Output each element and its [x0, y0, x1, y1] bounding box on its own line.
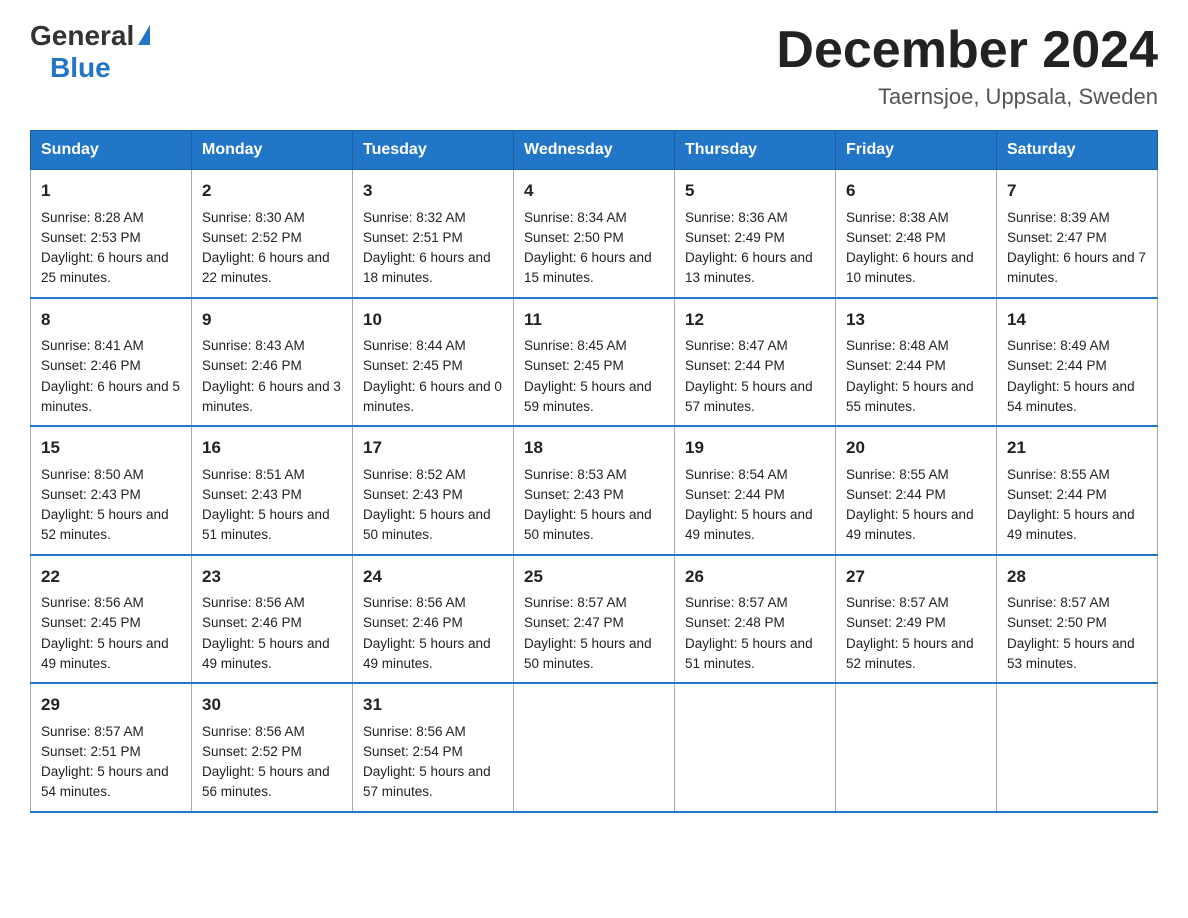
day-number: 5	[685, 178, 825, 204]
calendar-day-cell: 14Sunrise: 8:49 AMSunset: 2:44 PMDayligh…	[997, 298, 1158, 427]
calendar-table: SundayMondayTuesdayWednesdayThursdayFrid…	[30, 130, 1158, 813]
calendar-day-cell: 5Sunrise: 8:36 AMSunset: 2:49 PMDaylight…	[675, 170, 836, 298]
calendar-day-cell: 21Sunrise: 8:55 AMSunset: 2:44 PMDayligh…	[997, 426, 1158, 555]
calendar-day-cell: 12Sunrise: 8:47 AMSunset: 2:44 PMDayligh…	[675, 298, 836, 427]
day-number: 15	[41, 435, 181, 461]
day-number: 12	[685, 307, 825, 333]
logo-triangle-icon	[138, 25, 150, 45]
day-of-week-header: Wednesday	[514, 131, 675, 170]
logo-general-text: General	[30, 20, 134, 52]
calendar-week-row: 22Sunrise: 8:56 AMSunset: 2:45 PMDayligh…	[31, 555, 1158, 684]
day-number: 11	[524, 307, 664, 333]
calendar-week-row: 15Sunrise: 8:50 AMSunset: 2:43 PMDayligh…	[31, 426, 1158, 555]
month-title: December 2024	[776, 20, 1158, 80]
day-number: 30	[202, 692, 342, 718]
day-number: 31	[363, 692, 503, 718]
calendar-day-cell: 3Sunrise: 8:32 AMSunset: 2:51 PMDaylight…	[353, 170, 514, 298]
calendar-day-cell: 1Sunrise: 8:28 AMSunset: 2:53 PMDaylight…	[31, 170, 192, 298]
day-number: 1	[41, 178, 181, 204]
day-of-week-header: Friday	[836, 131, 997, 170]
calendar-day-cell: 20Sunrise: 8:55 AMSunset: 2:44 PMDayligh…	[836, 426, 997, 555]
page-header: General Blue December 2024 Taernsjoe, Up…	[30, 20, 1158, 110]
day-number: 10	[363, 307, 503, 333]
day-of-week-header: Monday	[192, 131, 353, 170]
day-number: 23	[202, 564, 342, 590]
day-number: 28	[1007, 564, 1147, 590]
day-number: 20	[846, 435, 986, 461]
calendar-day-cell: 23Sunrise: 8:56 AMSunset: 2:46 PMDayligh…	[192, 555, 353, 684]
day-number: 7	[1007, 178, 1147, 204]
day-number: 17	[363, 435, 503, 461]
calendar-day-cell: 13Sunrise: 8:48 AMSunset: 2:44 PMDayligh…	[836, 298, 997, 427]
title-section: December 2024 Taernsjoe, Uppsala, Sweden	[776, 20, 1158, 110]
calendar-day-cell: 28Sunrise: 8:57 AMSunset: 2:50 PMDayligh…	[997, 555, 1158, 684]
day-number: 16	[202, 435, 342, 461]
calendar-day-cell	[997, 683, 1158, 812]
day-number: 9	[202, 307, 342, 333]
calendar-day-cell: 27Sunrise: 8:57 AMSunset: 2:49 PMDayligh…	[836, 555, 997, 684]
location-title: Taernsjoe, Uppsala, Sweden	[776, 84, 1158, 110]
day-of-week-header: Sunday	[31, 131, 192, 170]
calendar-day-cell	[675, 683, 836, 812]
calendar-day-cell: 7Sunrise: 8:39 AMSunset: 2:47 PMDaylight…	[997, 170, 1158, 298]
day-of-week-header: Thursday	[675, 131, 836, 170]
day-number: 14	[1007, 307, 1147, 333]
calendar-day-cell: 10Sunrise: 8:44 AMSunset: 2:45 PMDayligh…	[353, 298, 514, 427]
calendar-day-cell: 2Sunrise: 8:30 AMSunset: 2:52 PMDaylight…	[192, 170, 353, 298]
calendar-day-cell: 18Sunrise: 8:53 AMSunset: 2:43 PMDayligh…	[514, 426, 675, 555]
calendar-day-cell: 4Sunrise: 8:34 AMSunset: 2:50 PMDaylight…	[514, 170, 675, 298]
day-number: 29	[41, 692, 181, 718]
logo-blue-text: Blue	[50, 52, 111, 84]
day-number: 26	[685, 564, 825, 590]
calendar-day-cell: 16Sunrise: 8:51 AMSunset: 2:43 PMDayligh…	[192, 426, 353, 555]
day-number: 19	[685, 435, 825, 461]
calendar-day-cell: 15Sunrise: 8:50 AMSunset: 2:43 PMDayligh…	[31, 426, 192, 555]
calendar-day-cell: 8Sunrise: 8:41 AMSunset: 2:46 PMDaylight…	[31, 298, 192, 427]
day-number: 21	[1007, 435, 1147, 461]
calendar-day-cell: 31Sunrise: 8:56 AMSunset: 2:54 PMDayligh…	[353, 683, 514, 812]
calendar-day-cell: 6Sunrise: 8:38 AMSunset: 2:48 PMDaylight…	[836, 170, 997, 298]
day-of-week-header: Saturday	[997, 131, 1158, 170]
logo: General Blue	[30, 20, 150, 84]
calendar-day-cell: 24Sunrise: 8:56 AMSunset: 2:46 PMDayligh…	[353, 555, 514, 684]
day-of-week-header: Tuesday	[353, 131, 514, 170]
day-number: 25	[524, 564, 664, 590]
day-number: 3	[363, 178, 503, 204]
calendar-day-cell: 19Sunrise: 8:54 AMSunset: 2:44 PMDayligh…	[675, 426, 836, 555]
calendar-day-cell: 11Sunrise: 8:45 AMSunset: 2:45 PMDayligh…	[514, 298, 675, 427]
calendar-day-cell: 29Sunrise: 8:57 AMSunset: 2:51 PMDayligh…	[31, 683, 192, 812]
day-number: 2	[202, 178, 342, 204]
day-number: 8	[41, 307, 181, 333]
calendar-week-row: 1Sunrise: 8:28 AMSunset: 2:53 PMDaylight…	[31, 170, 1158, 298]
day-number: 22	[41, 564, 181, 590]
calendar-day-cell: 9Sunrise: 8:43 AMSunset: 2:46 PMDaylight…	[192, 298, 353, 427]
calendar-day-cell: 17Sunrise: 8:52 AMSunset: 2:43 PMDayligh…	[353, 426, 514, 555]
calendar-day-cell: 26Sunrise: 8:57 AMSunset: 2:48 PMDayligh…	[675, 555, 836, 684]
day-number: 6	[846, 178, 986, 204]
day-number: 27	[846, 564, 986, 590]
calendar-week-row: 29Sunrise: 8:57 AMSunset: 2:51 PMDayligh…	[31, 683, 1158, 812]
calendar-header-row: SundayMondayTuesdayWednesdayThursdayFrid…	[31, 131, 1158, 170]
calendar-day-cell	[514, 683, 675, 812]
calendar-day-cell: 22Sunrise: 8:56 AMSunset: 2:45 PMDayligh…	[31, 555, 192, 684]
calendar-week-row: 8Sunrise: 8:41 AMSunset: 2:46 PMDaylight…	[31, 298, 1158, 427]
calendar-day-cell	[836, 683, 997, 812]
day-number: 4	[524, 178, 664, 204]
calendar-day-cell: 25Sunrise: 8:57 AMSunset: 2:47 PMDayligh…	[514, 555, 675, 684]
day-number: 13	[846, 307, 986, 333]
day-number: 18	[524, 435, 664, 461]
calendar-day-cell: 30Sunrise: 8:56 AMSunset: 2:52 PMDayligh…	[192, 683, 353, 812]
day-number: 24	[363, 564, 503, 590]
